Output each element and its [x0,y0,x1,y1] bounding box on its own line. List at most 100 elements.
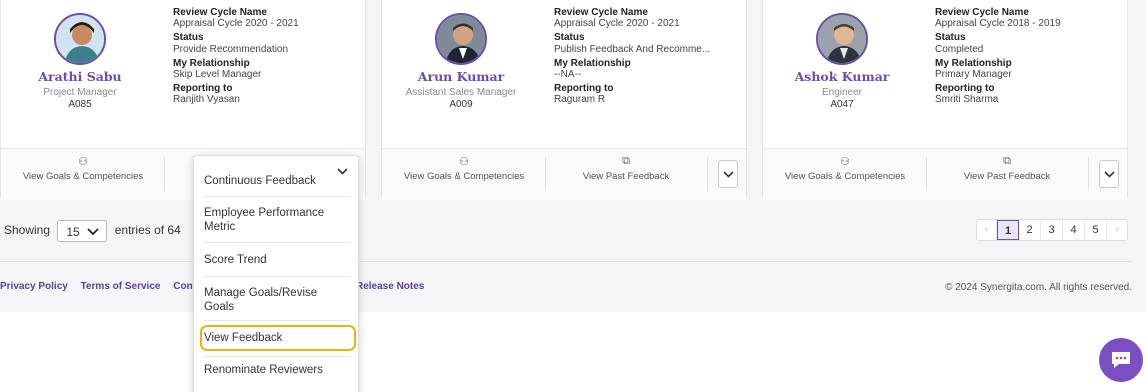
menu-item-renominate-reviewers[interactable]: Renominate Reviewers [204,363,348,377]
reporting-value: Ranjith Vyasan [173,94,240,106]
employee-card-ashok: Ashok Kumar Engineer A047 Review Cycle N… [762,0,1128,200]
review-cycle-value: Appraisal Cycle 2018 - 2019 [935,18,1061,30]
view-goals-label: View Goals & Competencies [22,171,144,182]
chat-button[interactable] [1099,338,1143,382]
reporting-value: Raguram R [554,94,606,106]
employee-card-arun: Arun Kumar Assistant Sales Manager A009 … [381,0,747,200]
view-past-feedback-label: View Past Feedback [963,171,1051,182]
review-cycle-value: Appraisal Cycle 2020 - 2021 [173,18,299,30]
menu-divider [204,196,350,197]
card-actions: ⚇ View Goals & Competencies ⧉ View Past … [382,148,746,200]
divider [1088,157,1089,191]
page-button-1[interactable]: 1 [997,220,1019,240]
divider [707,157,708,191]
page-background [0,312,1146,392]
card-actions: ⚇ View Goals & Competencies ⧉ View Past … [763,148,1127,200]
copyright: © 2024 Synergita.com. All rights reserve… [945,282,1132,293]
next-page-button[interactable]: › [1107,220,1127,240]
page-button-4[interactable]: 4 [1063,220,1085,240]
review-info: Review Cycle Name Appraisal Cycle 2020 -… [554,7,710,106]
status-label: Status [173,32,204,44]
feedback-icon: ⧉ [622,155,630,167]
review-cycle-label: Review Cycle Name [935,7,1029,18]
employee-designation: Engineer [821,87,863,98]
review-info: Review Cycle Name Appraisal Cycle 2018 -… [935,7,1061,106]
entries-label: entries of 64 [114,223,181,238]
relationship-value: Skip Level Manager [173,69,262,81]
chat-icon [1112,352,1130,368]
employee-name[interactable]: Arathi Sabu [1,69,159,84]
menu-item-view-feedback[interactable]: View Feedback [204,331,348,345]
chevron-down-icon [87,228,100,236]
menu-item-manage-goals[interactable]: Manage Goals/Revise Goals [204,286,348,314]
relationship-label: My Relationship [935,57,1012,69]
view-goals-button[interactable]: ⚇ View Goals & Competencies [398,155,530,182]
page-button-2[interactable]: 2 [1019,220,1041,240]
status-label: Status [554,32,585,44]
showing-label: Showing [4,223,51,238]
divider [545,157,546,191]
employee-name[interactable]: Ashok Kumar [763,69,921,84]
relationship-label: My Relationship [173,57,250,69]
menu-divider [204,320,350,321]
menu-item-continuous-feedback[interactable]: Continuous Feedback [204,174,348,188]
reporting-value: Smriti Sharma [935,94,999,106]
review-cycle-label: Review Cycle Name [554,7,648,18]
view-past-feedback-button[interactable]: ⧉ View Past Feedback [560,155,692,182]
divider [164,157,165,191]
relationship-label: My Relationship [554,57,631,69]
more-actions-dropdown[interactable] [718,160,738,188]
page-size-select[interactable]: 15 [57,220,108,242]
pagination: ‹ 1 2 3 4 5 › [976,219,1128,241]
status-value: Completed [935,43,984,55]
status-label: Status [935,32,966,44]
reporting-label: Reporting to [554,83,614,95]
view-goals-label: View Goals & Competencies [784,171,906,182]
view-goals-button[interactable]: ⚇ View Goals & Competencies [779,155,911,182]
prev-page-button[interactable]: ‹ [977,220,997,240]
view-goals-label: View Goals & Competencies [403,171,525,182]
reporting-label: Reporting to [935,83,995,95]
reporting-label: Reporting to [173,83,233,95]
view-goals-button[interactable]: ⚇ View Goals & Competencies [17,155,149,182]
chevron-down-icon [337,168,348,175]
menu-divider [204,242,350,243]
relationship-value: Primary Manager [935,69,1012,81]
status-value: Provide Recommendation [173,43,289,55]
goals-icon: ⚇ [78,156,88,168]
employee-designation: Project Manager [43,87,117,98]
employee-code: A085 [68,99,92,110]
menu-divider [204,276,350,277]
relationship-value: --NA-- [554,69,582,81]
divider [926,157,927,191]
release-notes-link[interactable]: Release Notes [356,281,424,292]
menu-divider [204,356,350,357]
terms-of-service-link[interactable]: Terms of Service [81,281,161,292]
view-past-feedback-button[interactable]: ⧉ View Past Feedback [941,155,1073,182]
employee-code: A047 [830,99,854,110]
view-past-feedback-label: View Past Feedback [582,171,670,182]
goals-icon: ⚇ [459,156,469,168]
avatar [54,13,106,65]
menu-item-employee-performance-metric[interactable]: Employee Performance Metric [204,206,348,234]
employee-code: A009 [449,99,473,110]
page-button-3[interactable]: 3 [1041,220,1063,240]
privacy-policy-link[interactable]: Privacy Policy [0,281,68,292]
page-size-value: 15 [66,225,80,239]
review-cycle-value: Appraisal Cycle 2020 - 2021 [554,18,680,30]
review-cycle-label: Review Cycle Name [173,7,267,18]
menu-item-score-trend[interactable]: Score Trend [204,253,348,267]
employee-designation: Assistant Sales Manager [405,87,517,98]
goals-icon: ⚇ [840,156,850,168]
review-info: Review Cycle Name Appraisal Cycle 2020 -… [173,7,299,106]
employee-name[interactable]: Arun Kumar [382,69,540,84]
chevron-down-icon [723,171,734,178]
chevron-down-icon [1104,171,1115,178]
page-button-5[interactable]: 5 [1085,220,1107,240]
avatar [816,13,868,65]
footer: Privacy Policy Terms of Service Cont Rel… [0,262,1146,312]
footer-links: Privacy Policy Terms of Service Cont [0,281,206,292]
feedback-icon: ⧉ [1003,155,1011,167]
avatar [435,13,487,65]
more-actions-dropdown[interactable] [1099,160,1119,188]
